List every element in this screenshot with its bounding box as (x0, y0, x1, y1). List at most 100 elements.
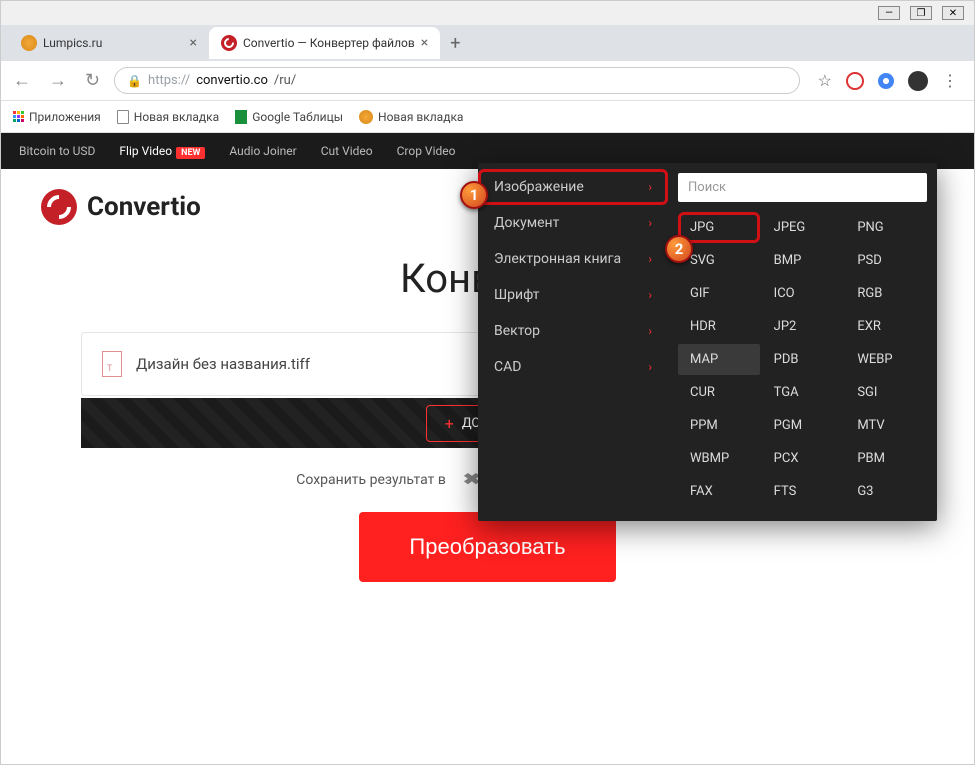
logo-text: Convertio (87, 192, 201, 222)
window-minimize[interactable]: — (878, 6, 900, 20)
menu-icon[interactable]: ⋮ (942, 71, 958, 90)
plus-icon: + (445, 414, 454, 433)
fmt-jpg[interactable]: JPG (678, 212, 760, 243)
browser-tabs: Lumpics.ru × Convertio — Конвертер файло… (1, 25, 974, 61)
sheets-icon (235, 110, 247, 124)
back-button[interactable]: ← (9, 66, 35, 95)
bm-label: Google Таблицы (252, 110, 343, 124)
fmt-gif[interactable]: GIF (678, 278, 760, 309)
avatar[interactable] (908, 71, 928, 91)
window-controls: — ❐ ✕ (1, 1, 974, 25)
format-search-input[interactable]: Поиск (678, 173, 927, 202)
cat-document[interactable]: Документ› (478, 205, 668, 241)
fmt-ppm[interactable]: PPM (678, 410, 760, 441)
bm-label: Новая вкладка (378, 110, 463, 124)
fmt-g3[interactable]: G3 (845, 476, 927, 507)
strip-link-flipvideo[interactable]: Flip VideoNEW (119, 144, 205, 158)
fmt-cur[interactable]: CUR (678, 377, 760, 408)
fmt-rgb[interactable]: RGB (845, 278, 927, 309)
cat-font[interactable]: Шрифт› (478, 277, 668, 313)
fmt-webp[interactable]: WEBP (845, 344, 927, 375)
format-grid: JPG JPEG PNG SVG BMP PSD GIF ICO RGB HDR… (678, 212, 927, 507)
lock-icon: 🔒 (127, 74, 142, 88)
reload-button[interactable]: ↻ (81, 66, 104, 95)
bm-label: Приложения (29, 110, 101, 124)
window-maximize[interactable]: ❐ (910, 6, 932, 20)
fmt-map[interactable]: MAP (678, 344, 760, 375)
format-list-panel: Поиск JPG JPEG PNG SVG BMP PSD GIF ICO R… (668, 163, 937, 521)
fmt-ico[interactable]: ICO (762, 278, 844, 309)
annotation-marker-2: 2 (665, 235, 693, 263)
fmt-tga[interactable]: TGA (762, 377, 844, 408)
save-label: Сохранить результат в (296, 472, 446, 488)
tab-convertio[interactable]: Convertio — Конвертер файлов × (209, 27, 440, 59)
fmt-psd[interactable]: PSD (845, 245, 927, 276)
new-badge: NEW (176, 147, 205, 159)
fmt-wbmp[interactable]: WBMP (678, 443, 760, 474)
cat-ebook[interactable]: Электронная книга› (478, 241, 668, 277)
chevron-right-icon: › (648, 216, 652, 230)
strip-link-cutvideo[interactable]: Cut Video (321, 144, 373, 158)
url-scheme: https:// (148, 73, 190, 88)
file-icon (102, 351, 122, 377)
tab-title: Convertio — Конвертер файлов (243, 36, 415, 50)
close-icon[interactable]: × (190, 35, 197, 51)
chevron-right-icon: › (648, 360, 652, 374)
cat-image[interactable]: Изображение› (478, 169, 668, 205)
bookmarks-bar: Приложения Новая вкладка Google Таблицы … (1, 101, 974, 133)
fmt-exr[interactable]: EXR (845, 311, 927, 342)
fmt-hdr[interactable]: HDR (678, 311, 760, 342)
fmt-mtv[interactable]: MTV (845, 410, 927, 441)
favicon-convertio (221, 35, 237, 51)
fmt-fax[interactable]: FAX (678, 476, 760, 507)
strip-link-bitcoin[interactable]: Bitcoin to USD (19, 144, 95, 158)
chevron-right-icon: › (648, 252, 652, 266)
format-categories: Изображение› Документ› Электронная книга… (478, 163, 668, 521)
fmt-png[interactable]: PNG (845, 212, 927, 243)
bookmark-1[interactable]: Новая вкладка (117, 110, 219, 124)
bookmark-2[interactable]: Google Таблицы (235, 110, 343, 124)
convertio-logo-icon (41, 189, 77, 225)
strip-link-cropvideo[interactable]: Crop Video (397, 144, 456, 158)
chevron-right-icon: › (648, 324, 652, 338)
convert-button[interactable]: Преобразовать (359, 512, 615, 582)
close-icon[interactable]: × (421, 35, 428, 51)
strip-link-audiojoiner[interactable]: Audio Joiner (229, 144, 296, 158)
url-domain: convertio.co (196, 73, 268, 88)
fmt-bmp[interactable]: BMP (762, 245, 844, 276)
fmt-jpeg[interactable]: JPEG (762, 212, 844, 243)
page-icon (117, 110, 129, 124)
format-dropdown: Изображение› Документ› Электронная книга… (478, 163, 937, 521)
annotation-marker-1: 1 (460, 181, 488, 209)
window-close[interactable]: ✕ (942, 6, 964, 20)
forward-button[interactable]: → (45, 66, 71, 95)
chevron-right-icon: › (648, 180, 652, 194)
globe-icon[interactable] (878, 73, 894, 89)
address-bar: ← → ↻ 🔒 https:// convertio.co/ru/ ☆ ⋮ (1, 61, 974, 101)
url-input[interactable]: 🔒 https:// convertio.co/ru/ (114, 67, 800, 94)
fmt-pcx[interactable]: PCX (762, 443, 844, 474)
fmt-pbm[interactable]: PBM (845, 443, 927, 474)
file-name: Дизайн без названия.tiff (136, 355, 310, 373)
fmt-sgi[interactable]: SGI (845, 377, 927, 408)
favicon-lumpics-icon (359, 110, 373, 124)
tab-lumpics[interactable]: Lumpics.ru × (9, 27, 209, 59)
bm-label: Новая вкладка (134, 110, 219, 124)
url-path: /ru/ (274, 73, 296, 88)
toolbar-actions: ☆ ⋮ (810, 71, 966, 91)
cat-vector[interactable]: Вектор› (478, 313, 668, 349)
tab-title: Lumpics.ru (43, 36, 102, 50)
fmt-pdb[interactable]: PDB (762, 344, 844, 375)
favicon-lumpics (21, 35, 37, 51)
bookmark-3[interactable]: Новая вкладка (359, 110, 463, 124)
apps-icon (13, 111, 24, 122)
fmt-jp2[interactable]: JP2 (762, 311, 844, 342)
cat-cad[interactable]: CAD› (478, 349, 668, 385)
star-icon[interactable]: ☆ (818, 71, 832, 90)
new-tab-button[interactable]: + (440, 33, 470, 54)
apps-shortcut[interactable]: Приложения (13, 110, 101, 124)
chevron-right-icon: › (648, 288, 652, 302)
fmt-fts[interactable]: FTS (762, 476, 844, 507)
fmt-pgm[interactable]: PGM (762, 410, 844, 441)
extension-opera-icon[interactable] (846, 72, 864, 90)
